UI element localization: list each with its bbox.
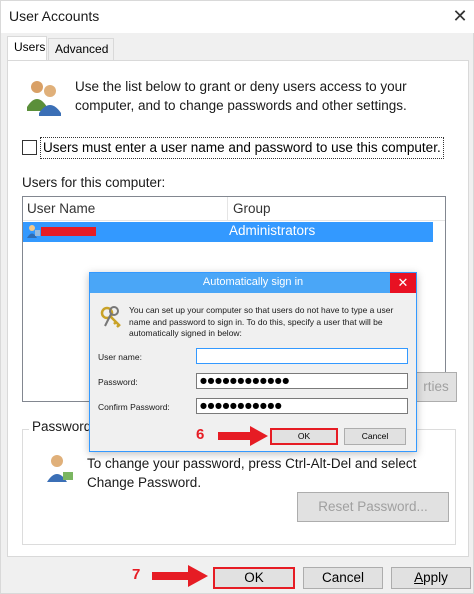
step-7-label: 7	[132, 566, 141, 583]
apply-button[interactable]: Apply	[391, 567, 471, 589]
password-help-text: To change your password, press Ctrl-Alt-…	[87, 456, 417, 490]
title-bar: User Accounts ✕	[1, 1, 474, 33]
ok-button[interactable]: OK	[213, 567, 295, 589]
keys-icon	[100, 306, 121, 328]
dialog-ok-button[interactable]: OK	[270, 428, 338, 445]
column-group[interactable]: Group	[233, 201, 271, 216]
users-list-label: Users for this computer:	[22, 175, 166, 190]
intro-text: Use the list below to grant or deny user…	[75, 79, 407, 113]
users-list-header: User Name Group	[23, 197, 445, 221]
user-name-input[interactable]	[196, 348, 408, 364]
confirm-password-label: Confirm Password:	[98, 402, 170, 412]
user-icon	[27, 225, 40, 238]
user-name-label: User name:	[98, 352, 142, 362]
redacted-user-name	[41, 227, 96, 236]
red-arrow-icon	[218, 426, 268, 446]
close-icon[interactable]: ✕	[445, 1, 474, 33]
dialog-title-bar: Automatically sign in ✕	[90, 273, 416, 293]
table-row[interactable]: Administrators	[23, 222, 433, 242]
reset-password-button[interactable]: Reset Password...	[297, 492, 449, 522]
column-user-name[interactable]: User Name	[27, 201, 95, 216]
require-login-checkbox[interactable]	[22, 140, 37, 155]
red-arrow-icon	[152, 565, 208, 587]
confirm-password-input[interactable]: ●●●●●●●●●●●	[196, 398, 408, 414]
dialog-title: Automatically sign in	[202, 276, 304, 288]
dialog-cancel-button[interactable]: Cancel	[344, 428, 406, 445]
password-label: Password:	[98, 377, 138, 387]
cancel-button[interactable]: Cancel	[303, 567, 383, 589]
auto-sign-in-dialog: Automatically sign in ✕ You can set up y…	[89, 272, 417, 452]
user-key-icon	[47, 455, 73, 482]
window-title: User Accounts	[9, 8, 100, 24]
step-6-label: 6	[196, 426, 205, 443]
dialog-description: You can set up your computer so that use…	[129, 305, 394, 338]
password-input[interactable]: ●●●●●●●●●●●●	[196, 373, 408, 389]
column-separator[interactable]	[227, 197, 228, 221]
require-login-label[interactable]: Users must enter a user name and passwor…	[40, 137, 444, 159]
group-cell: Administrators	[229, 223, 316, 238]
dialog-close-icon[interactable]: ✕	[390, 273, 416, 293]
apply-label-rest: pply	[423, 570, 448, 585]
properties-button[interactable]: rties	[415, 372, 457, 402]
apply-accesskey: A	[414, 570, 424, 585]
tab-users[interactable]: Users	[7, 36, 47, 61]
users-icon	[27, 81, 61, 116]
tab-advanced[interactable]: Advanced	[48, 38, 114, 61]
